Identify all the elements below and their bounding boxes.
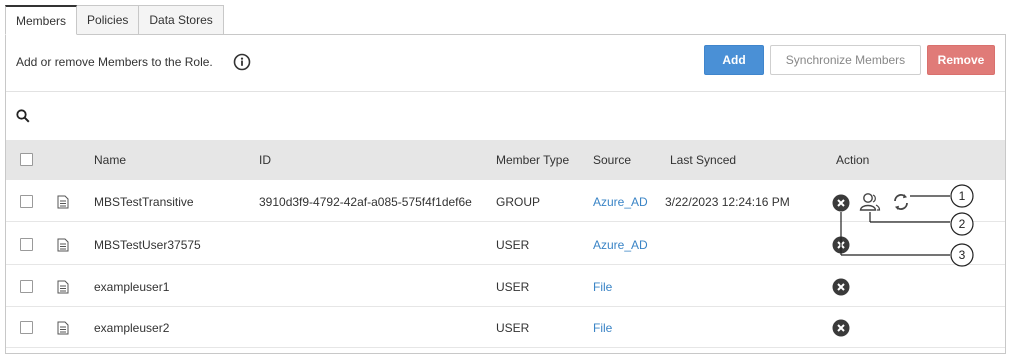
users-icon[interactable] [859,192,881,212]
table-row: MBSTestTransitive 3910d3f9-4792-42af-a08… [6,181,1005,222]
members-toolbar: Add or remove Members to the Role. Add S… [6,35,1005,92]
member-type: USER [496,321,530,335]
column-last-synced[interactable]: Last Synced [670,153,736,167]
add-button[interactable]: Add [704,45,764,75]
tab-policies[interactable]: Policies [76,5,140,35]
document-icon [57,238,69,252]
member-last-synced: 3/22/2023 12:24:16 PM [665,195,790,209]
row-checkbox[interactable] [20,238,33,251]
member-source-link[interactable]: Azure_AD [593,238,648,252]
tab-data-stores[interactable]: Data Stores [138,5,224,35]
table-row: exampleuser1 USER File [6,266,1005,307]
member-name: exampleuser1 [94,280,170,294]
member-type: USER [496,280,530,294]
document-icon [57,280,69,294]
column-name[interactable]: Name [94,153,126,167]
tab-bar: Members Policies Data Stores [5,5,224,35]
member-id: 3910d3f9-4792-42af-a085-575f4f1def6e [259,195,472,209]
column-action: Action [836,153,870,167]
member-type: GROUP [496,195,541,209]
remove-member-icon[interactable] [832,278,850,296]
column-member-type[interactable]: Member Type [496,153,569,167]
remove-button[interactable]: Remove [927,45,995,75]
remove-member-icon[interactable] [832,319,850,337]
member-source-link[interactable]: File [593,280,612,294]
table-row: MBSTestUser37575 USER Azure_AD [6,224,1005,265]
info-circle-icon[interactable] [233,53,251,71]
remove-member-icon[interactable] [832,236,850,254]
document-icon [57,195,69,209]
table-row: exampleuser2 USER File [6,307,1005,348]
select-all-checkbox[interactable] [20,153,33,166]
members-description: Add or remove Members to the Role. [16,55,213,69]
members-panel: Add or remove Members to the Role. Add S… [5,34,1006,354]
row-checkbox[interactable] [20,321,33,334]
column-id[interactable]: ID [259,153,271,167]
search-icon[interactable] [16,109,30,123]
member-name: MBSTestTransitive [94,195,194,209]
table-header: Name ID Member Type Source Last Synced A… [6,140,1005,180]
synchronize-members-button[interactable]: Synchronize Members [770,45,921,75]
member-name: exampleuser2 [94,321,170,335]
column-source[interactable]: Source [593,153,631,167]
member-source-link[interactable]: Azure_AD [593,195,648,209]
row-checkbox[interactable] [20,195,33,208]
member-source-link[interactable]: File [593,321,612,335]
sync-icon[interactable] [891,192,911,212]
document-icon [57,321,69,335]
tab-members[interactable]: Members [5,5,78,35]
row-checkbox[interactable] [20,280,33,293]
remove-member-icon[interactable] [832,194,850,212]
member-type: USER [496,238,530,252]
member-name: MBSTestUser37575 [94,238,201,252]
